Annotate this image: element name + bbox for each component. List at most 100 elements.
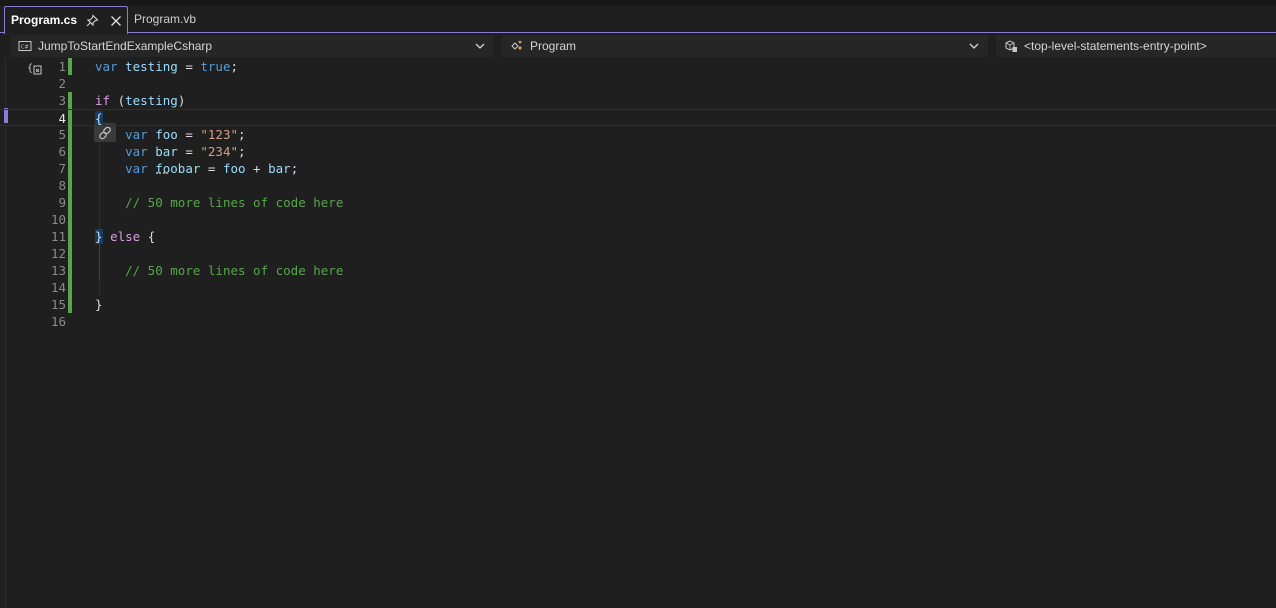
change-indicator — [68, 143, 72, 160]
code-text: } else { — [95, 228, 155, 245]
code-token: ; — [290, 161, 299, 176]
code-token: "234" — [200, 144, 239, 159]
code-token: = — [200, 161, 223, 176]
tab-label: Program.cs — [11, 13, 78, 27]
svg-text:C#: C# — [21, 45, 29, 51]
method-icon — [1005, 40, 1017, 52]
code-text: var bar = "234"; — [95, 143, 245, 160]
line-number: 5 — [58, 127, 66, 142]
code-line[interactable]: 13 // 50 more lines of code here — [0, 262, 1276, 279]
code-editor[interactable]: { 1 var testing = true; 2 3 if (testing) 4{5 … — [0, 58, 1276, 608]
change-indicator — [68, 177, 72, 194]
line-number: 9 — [58, 195, 66, 210]
change-indicator — [68, 228, 72, 245]
line-number: 10 — [50, 212, 66, 227]
change-indicator — [68, 296, 72, 313]
code-line[interactable]: 6 var bar = "234"; — [0, 143, 1276, 160]
line-number: 12 — [50, 246, 66, 261]
code-token: foo — [222, 161, 246, 176]
suggestion-dots — [156, 172, 168, 174]
code-line[interactable]: 12 — [0, 245, 1276, 262]
change-indicator — [68, 211, 72, 228]
code-token: ( — [110, 93, 126, 108]
code-token: var — [125, 127, 148, 142]
navigation-bar: C# JumpToStartEndExampleCsharp Program <… — [0, 34, 1276, 58]
line-number: 13 — [50, 263, 66, 278]
code-token: ; — [230, 59, 239, 74]
code-line[interactable]: 1 var testing = true; — [0, 58, 1276, 75]
code-line[interactable]: 14 — [0, 279, 1276, 296]
visual-studio-editor-window: Program.cs Program.vb C# JumpToStartEndE… — [0, 0, 1276, 608]
code-token: "123" — [200, 127, 239, 142]
line-number: 6 — [58, 144, 66, 159]
code-text: // 50 more lines of code here — [95, 194, 343, 211]
line-number: 3 — [58, 93, 66, 108]
code-line[interactable]: 2 — [0, 75, 1276, 92]
line-number: 14 — [50, 280, 66, 295]
change-indicator — [68, 279, 72, 296]
change-indicator — [68, 58, 72, 75]
code-token: bar — [155, 144, 178, 159]
line-number: 2 — [58, 76, 66, 91]
code-text: { — [95, 110, 103, 127]
code-line[interactable]: 15} — [0, 296, 1276, 313]
project-dropdown[interactable]: C# JumpToStartEndExampleCsharp — [10, 35, 494, 57]
change-indicator — [68, 92, 72, 109]
code-token: else — [110, 229, 141, 244]
code-token: foo — [155, 127, 178, 142]
code-token: { — [95, 111, 103, 126]
code-token: // 50 more lines of code here — [125, 263, 344, 278]
code-token: var — [95, 59, 118, 74]
change-indicator — [68, 194, 72, 211]
code-line[interactable]: 16 — [0, 313, 1276, 330]
code-line[interactable]: 3 if (testing) — [0, 92, 1276, 109]
project-dropdown-label: JumpToStartEndExampleCsharp — [38, 39, 213, 53]
code-token: } — [95, 297, 103, 312]
code-text: if (testing) — [95, 92, 185, 109]
tab-program-cs[interactable]: Program.cs — [4, 6, 128, 34]
code-line[interactable]: 5 var foo = "123"; — [0, 126, 1276, 143]
line-number: 11 — [50, 229, 66, 244]
csharp-project-icon: C# — [18, 41, 32, 51]
code-token: = — [177, 127, 201, 142]
type-dropdown[interactable]: Program — [502, 35, 988, 57]
code-line[interactable]: 11 } else { — [0, 228, 1276, 245]
member-dropdown-label: <top-level-statements-entry-point> — [1024, 39, 1207, 53]
line-number: 7 — [58, 161, 66, 176]
code-line[interactable]: 10 — [0, 211, 1276, 228]
code-token: // 50 more lines of code here — [125, 195, 344, 210]
line-number: 8 — [58, 178, 66, 193]
code-text: var foo = "123"; — [95, 126, 246, 143]
code-line[interactable]: 7 var foobar = foo + bar; — [0, 160, 1276, 177]
chevron-down-icon — [969, 43, 979, 49]
code-text: var foobar = foo + bar; — [95, 160, 298, 177]
line-number: 4 — [58, 111, 66, 126]
code-line[interactable]: 9 // 50 more lines of code here — [0, 194, 1276, 211]
tab-program-vb[interactable]: Program.vb — [134, 6, 196, 33]
member-dropdown[interactable]: <top-level-statements-entry-point> — [996, 35, 1276, 57]
close-icon[interactable] — [109, 14, 123, 28]
document-tab-strip: Program.cs Program.vb — [0, 0, 1276, 34]
code-token: ; — [238, 127, 246, 142]
line-number: 1 — [58, 59, 66, 74]
code-token: = — [177, 144, 201, 159]
type-dropdown-label: Program — [530, 39, 577, 53]
code-token: true — [200, 59, 231, 74]
code-line[interactable]: 8 — [0, 177, 1276, 194]
change-indicator — [68, 160, 72, 177]
change-indicator — [68, 245, 72, 262]
code-token: if — [95, 93, 111, 108]
code-token: ) — [177, 93, 186, 108]
code-line[interactable]: 4{ — [0, 109, 1276, 127]
class-icon — [511, 40, 522, 50]
change-indicator — [68, 110, 72, 127]
chevron-down-icon — [475, 43, 485, 49]
code-token: var — [125, 144, 148, 159]
change-indicator — [68, 262, 72, 279]
code-token: = — [177, 59, 201, 74]
pin-icon[interactable] — [85, 14, 99, 28]
